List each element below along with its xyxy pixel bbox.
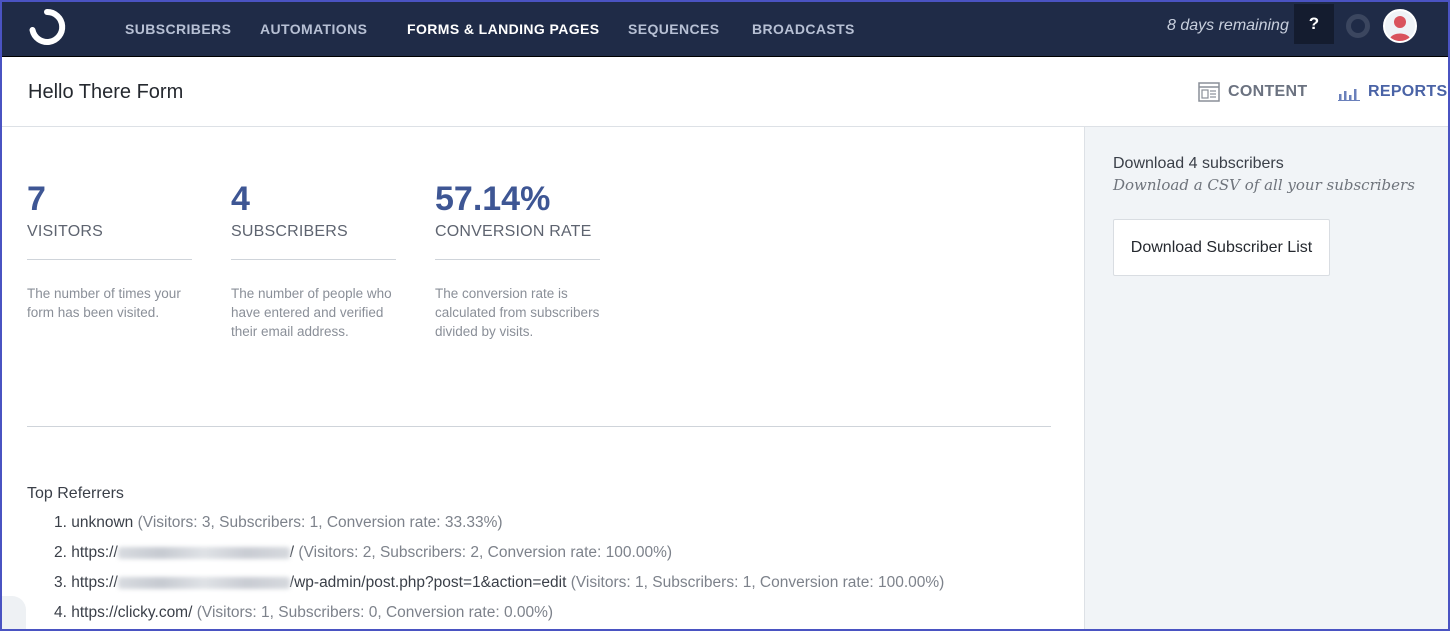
referrer-number: 4.: [54, 604, 67, 621]
help-button[interactable]: ?: [1294, 4, 1334, 44]
stat-value: 7: [27, 180, 46, 218]
referrer-item: 2. https:// / (Visitors: 2, Subscribers: …: [54, 538, 944, 568]
user-avatar-icon[interactable]: [1383, 9, 1417, 43]
referrer-url-suffix: /: [289, 544, 295, 561]
tab-content[interactable]: CONTENT: [1198, 81, 1307, 103]
referrer-item: 3. https:// /wp-admin/post.php?post=1&act…: [54, 568, 944, 598]
redacted-domain: [117, 546, 290, 559]
nav-broadcasts[interactable]: BROADCASTS: [752, 20, 855, 38]
download-title: Download 4 subscribers: [1113, 155, 1284, 172]
convertkit-logo-icon[interactable]: [27, 8, 67, 46]
stat-label: SUBSCRIBERS: [231, 223, 348, 240]
tab-reports-label: REPORTS: [1368, 83, 1448, 100]
referrer-item: 1. unknown (Visitors: 3, Subscribers: 1,…: [54, 508, 944, 538]
download-sidebar: Download 4 subscribers Download a CSV of…: [1084, 127, 1448, 629]
tab-reports[interactable]: REPORTS: [1338, 81, 1447, 103]
content-icon: [1198, 82, 1220, 102]
stat-value: 4: [231, 180, 250, 218]
section-divider: [27, 426, 1051, 427]
page-title: Hello There Form: [28, 81, 184, 103]
referrer-stats: (Visitors: 1, Subscribers: 1, Conversion…: [570, 574, 945, 591]
stat-visitors: 7 VISITORS The number of times your form…: [27, 178, 192, 322]
nav-forms-landing-pages[interactable]: FORMS & LANDING PAGES: [407, 20, 599, 38]
top-navigation: SUBSCRIBERS AUTOMATIONS FORMS & LANDING …: [0, 0, 1450, 57]
stat-value: 57.14%: [435, 180, 551, 218]
download-subtitle: Download a CSV of all your subscribers: [1113, 176, 1415, 194]
nav-automations[interactable]: AUTOMATIONS: [260, 20, 367, 38]
scroll-corner-widget: [0, 596, 26, 630]
referrer-stats: (Visitors: 2, Subscribers: 2, Conversion…: [298, 544, 673, 561]
divider: [27, 259, 192, 260]
page-header: Hello There Form CONTENT REPORTS: [2, 58, 1448, 127]
referrer-stats: (Visitors: 1, Subscribers: 0, Conversion…: [196, 604, 554, 621]
referrer-url[interactable]: https:// /: [71, 544, 294, 561]
referrer-url-suffix: /wp-admin/post.php?post=1&action=edit: [289, 574, 567, 591]
referrer-url-prefix: https://: [71, 544, 118, 561]
nav-subscribers[interactable]: SUBSCRIBERS: [125, 20, 231, 38]
status-ring-icon[interactable]: [1346, 14, 1370, 38]
stat-description: The number of times your form has been v…: [27, 286, 181, 320]
referrer-number: 3.: [54, 574, 67, 591]
download-subscriber-list-button[interactable]: Download Subscriber List: [1113, 219, 1330, 276]
divider: [435, 259, 600, 260]
stat-description: The conversion rate is calculated from s…: [435, 286, 600, 339]
referrer-number: 1.: [54, 514, 67, 531]
tab-content-label: CONTENT: [1228, 83, 1308, 100]
bar-chart-icon: [1338, 82, 1360, 102]
top-referrers-heading: Top Referrers: [27, 485, 124, 502]
stat-subscribers: 4 SUBSCRIBERS The number of people who h…: [231, 178, 396, 341]
divider: [231, 259, 396, 260]
referrer-number: 2.: [54, 544, 67, 561]
stat-label: CONVERSION RATE: [435, 223, 592, 240]
referrer-url[interactable]: https://clicky.com/: [71, 604, 192, 621]
referrer-stats: (Visitors: 3, Subscribers: 1, Conversion…: [137, 514, 503, 531]
referrer-item: 4. https://clicky.com/ (Visitors: 1, Sub…: [54, 598, 944, 628]
redacted-domain: [117, 576, 290, 589]
stat-conversion-rate: 57.14% CONVERSION RATE The conversion ra…: [435, 178, 600, 341]
referrer-url[interactable]: https:// /wp-admin/post.php?post=1&action…: [71, 574, 566, 591]
nav-sequences[interactable]: SEQUENCES: [628, 20, 720, 38]
stat-label: VISITORS: [27, 223, 103, 240]
trial-remaining-text: 8 days remaining: [1167, 17, 1289, 34]
referrer-source: unknown: [71, 514, 134, 531]
referrer-list: 1. unknown (Visitors: 3, Subscribers: 1,…: [54, 508, 944, 628]
reports-main: 7 VISITORS The number of times your form…: [2, 128, 1084, 629]
stat-description: The number of people who have entered an…: [231, 286, 392, 339]
referrer-url-prefix: https://: [71, 574, 118, 591]
